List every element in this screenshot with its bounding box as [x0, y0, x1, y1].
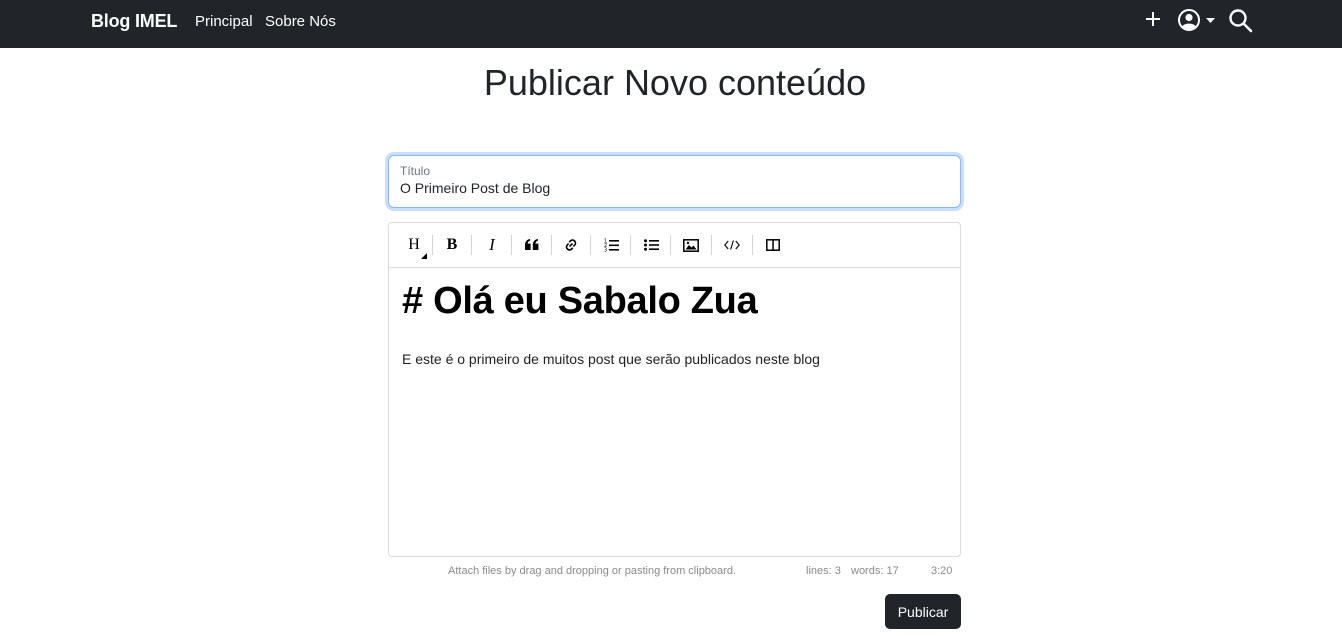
cursor-position: 3:20 — [931, 565, 953, 577]
caret-down-icon[interactable] — [1205, 17, 1215, 25]
toolbar-separator — [511, 235, 512, 255]
editor-content[interactable]: # Olá eu Sabalo Zua E este é o primeiro … — [402, 280, 947, 367]
toolbar-separator — [432, 235, 433, 255]
word-count: words: 17 — [851, 565, 899, 577]
italic-button[interactable]: I — [478, 233, 506, 257]
title-field-label: Título — [400, 164, 431, 178]
search-icon[interactable] — [1227, 6, 1253, 34]
heading-icon: H — [408, 236, 427, 259]
nav-link-principal[interactable]: Principal — [195, 13, 253, 30]
markdown-editor: H B I 1 2 3 # Olá eu Sabalo Zua E este é… — [388, 222, 961, 557]
link-icon — [565, 239, 577, 251]
unordered-list-icon — [643, 239, 659, 251]
toolbar-separator — [471, 235, 472, 255]
side-by-side-button[interactable] — [759, 233, 787, 257]
title-input[interactable] — [400, 180, 950, 196]
code-icon — [724, 240, 740, 250]
ordered-list-icon: 1 2 3 — [604, 239, 619, 253]
ordered-list-button[interactable]: 1 2 3 — [597, 233, 625, 257]
markdown-heading[interactable]: # Olá eu Sabalo Zua — [402, 280, 947, 323]
page-title: Publicar Novo conteúdo — [483, 62, 867, 103]
columns-icon — [766, 239, 780, 251]
toolbar-separator — [711, 235, 712, 255]
toolbar-separator — [670, 235, 671, 255]
link-button[interactable] — [557, 233, 585, 257]
navbar: Blog IMEL Principal Sobre Nós — [0, 0, 1342, 48]
toolbar-separator — [752, 235, 753, 255]
quote-icon — [525, 239, 539, 250]
publish-button[interactable]: Publicar — [885, 594, 961, 629]
markdown-paragraph[interactable]: E este é o primeiro de muitos post que s… — [402, 351, 947, 367]
line-count: lines: 3 — [806, 565, 841, 577]
user-circle-icon[interactable] — [1176, 8, 1202, 32]
unordered-list-button[interactable] — [637, 233, 665, 257]
heading-button[interactable]: H — [400, 233, 428, 259]
brand-link[interactable]: Blog IMEL — [91, 11, 177, 32]
plus-icon[interactable] — [1144, 10, 1161, 27]
image-button[interactable] — [677, 233, 705, 257]
toolbar-separator — [590, 235, 591, 255]
quote-button[interactable] — [518, 233, 546, 257]
code-button[interactable] — [718, 233, 746, 257]
attach-hint: Attach files by drag and dropping or pas… — [448, 565, 736, 577]
toolbar-separator — [630, 235, 631, 255]
bold-icon: B — [446, 236, 458, 253]
editor-toolbar: H B I 1 2 3 — [389, 223, 960, 268]
svg-text:3: 3 — [604, 248, 607, 253]
toolbar-separator — [551, 235, 552, 255]
nav-link-sobre-nos[interactable]: Sobre Nós — [265, 13, 336, 30]
italic-icon: I — [489, 235, 495, 254]
image-icon — [683, 238, 699, 252]
title-field[interactable]: Título — [388, 155, 961, 208]
bold-button[interactable]: B — [438, 233, 466, 257]
